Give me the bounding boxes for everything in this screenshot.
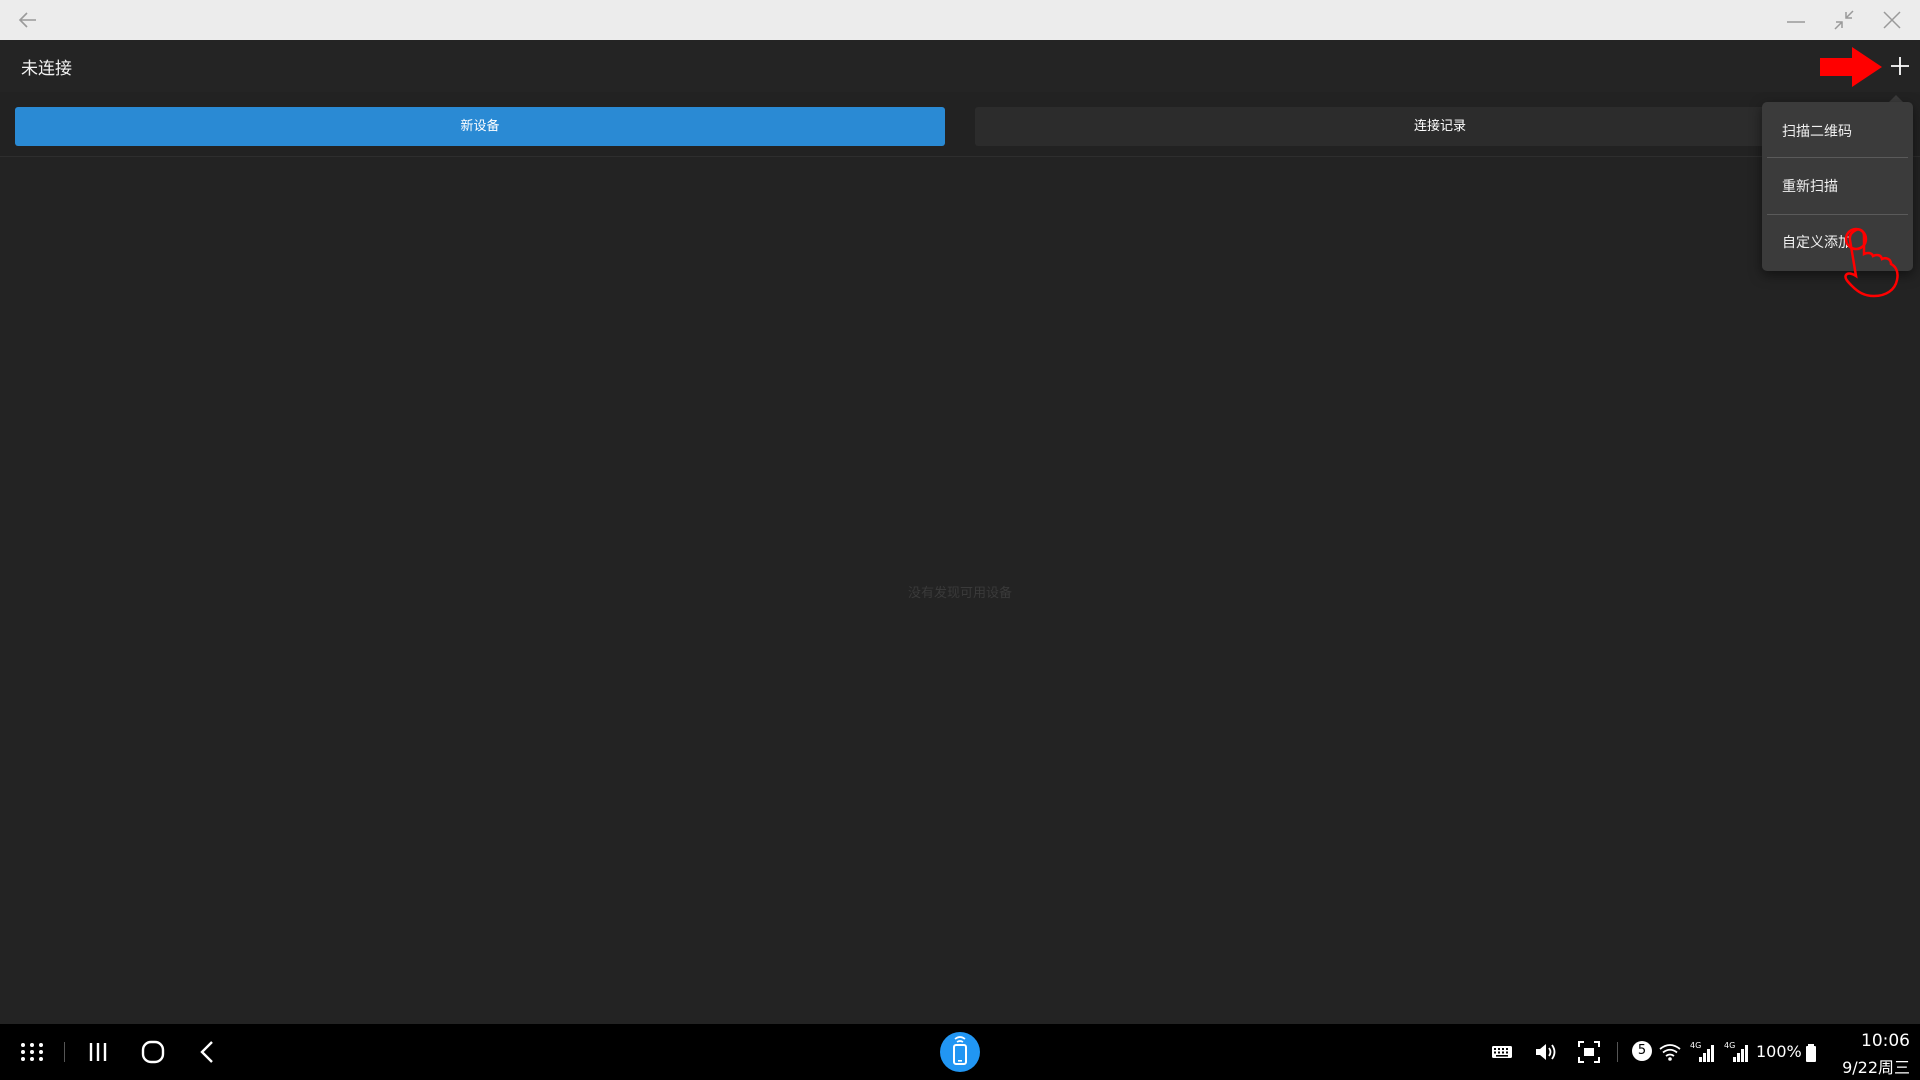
phone-connect-icon (953, 1036, 967, 1065)
apps-button[interactable] (18, 1038, 46, 1066)
clock-date[interactable]: 9/22周三 (1820, 1054, 1910, 1078)
back-chevron-icon (200, 1041, 213, 1063)
system-taskbar: 5 4G 4G 100% 10:06 9/22周三 (0, 1024, 1920, 1080)
menu-item-scan-qr[interactable]: 扫描二维码 (1762, 104, 1913, 160)
volume-icon (1536, 1044, 1556, 1060)
wifi-status (1658, 1039, 1682, 1065)
window-titlebar (0, 0, 1920, 41)
recents-icon (89, 1043, 107, 1061)
phone-connect-app-button[interactable] (940, 1032, 980, 1072)
empty-state-message: 没有发现可用设备 (907, 586, 1012, 601)
minimize-icon (1787, 21, 1805, 23)
cellular-signal-icon: 4G (1724, 1041, 1748, 1062)
battery-percentage: 100% (1756, 1042, 1802, 1061)
plus-icon (1891, 57, 1909, 75)
window-minimize-button[interactable] (1776, 0, 1816, 40)
screen-capture-icon (1578, 1041, 1600, 1063)
signal-status-1: 4G (1690, 1039, 1716, 1065)
app-bar: 未连接 (0, 40, 1920, 92)
connection-status-title: 未连接 (21, 59, 72, 79)
home-button[interactable] (139, 1038, 167, 1066)
menu-separator (1767, 157, 1908, 158)
wifi-icon (1659, 1044, 1681, 1061)
annotation-arrow-icon (1820, 47, 1882, 87)
window-close-button[interactable] (1872, 0, 1912, 40)
signal2-label: 4G (1724, 1041, 1735, 1050)
signal1-label: 4G (1690, 1041, 1701, 1050)
clock-time[interactable]: 10:06 (1830, 1031, 1910, 1051)
window-back-button[interactable] (8, 0, 48, 40)
restore-icon (1834, 10, 1854, 30)
arrow-left-icon (18, 12, 36, 28)
battery-status (1804, 1039, 1818, 1065)
window-restore-button[interactable] (1824, 0, 1864, 40)
apps-grid-icon (21, 1043, 43, 1061)
cellular-signal-icon: 4G (1690, 1041, 1714, 1062)
tabs-row: 新设备 连接记录 (0, 92, 1920, 156)
taskbar-separator (1617, 1042, 1618, 1062)
keyboard-icon (1492, 1046, 1512, 1058)
add-device-button[interactable] (1884, 50, 1916, 82)
screen-capture-button[interactable] (1576, 1039, 1602, 1065)
home-icon (141, 1040, 165, 1064)
tab-new-devices[interactable]: 新设备 (15, 107, 945, 146)
tabs-divider (0, 156, 1920, 157)
signal-status-2: 4G (1724, 1039, 1750, 1065)
taskbar-separator (64, 1042, 65, 1062)
recents-button[interactable] (84, 1038, 112, 1066)
volume-button[interactable] (1533, 1039, 1559, 1065)
back-button[interactable] (194, 1038, 222, 1066)
notification-count-badge[interactable]: 5 (1632, 1041, 1652, 1061)
menu-item-rescan[interactable]: 重新扫描 (1762, 159, 1913, 215)
pointing-hand-icon (1844, 227, 1899, 298)
keyboard-button[interactable] (1490, 1039, 1514, 1065)
battery-icon (1806, 1044, 1816, 1062)
close-icon (1883, 11, 1901, 29)
